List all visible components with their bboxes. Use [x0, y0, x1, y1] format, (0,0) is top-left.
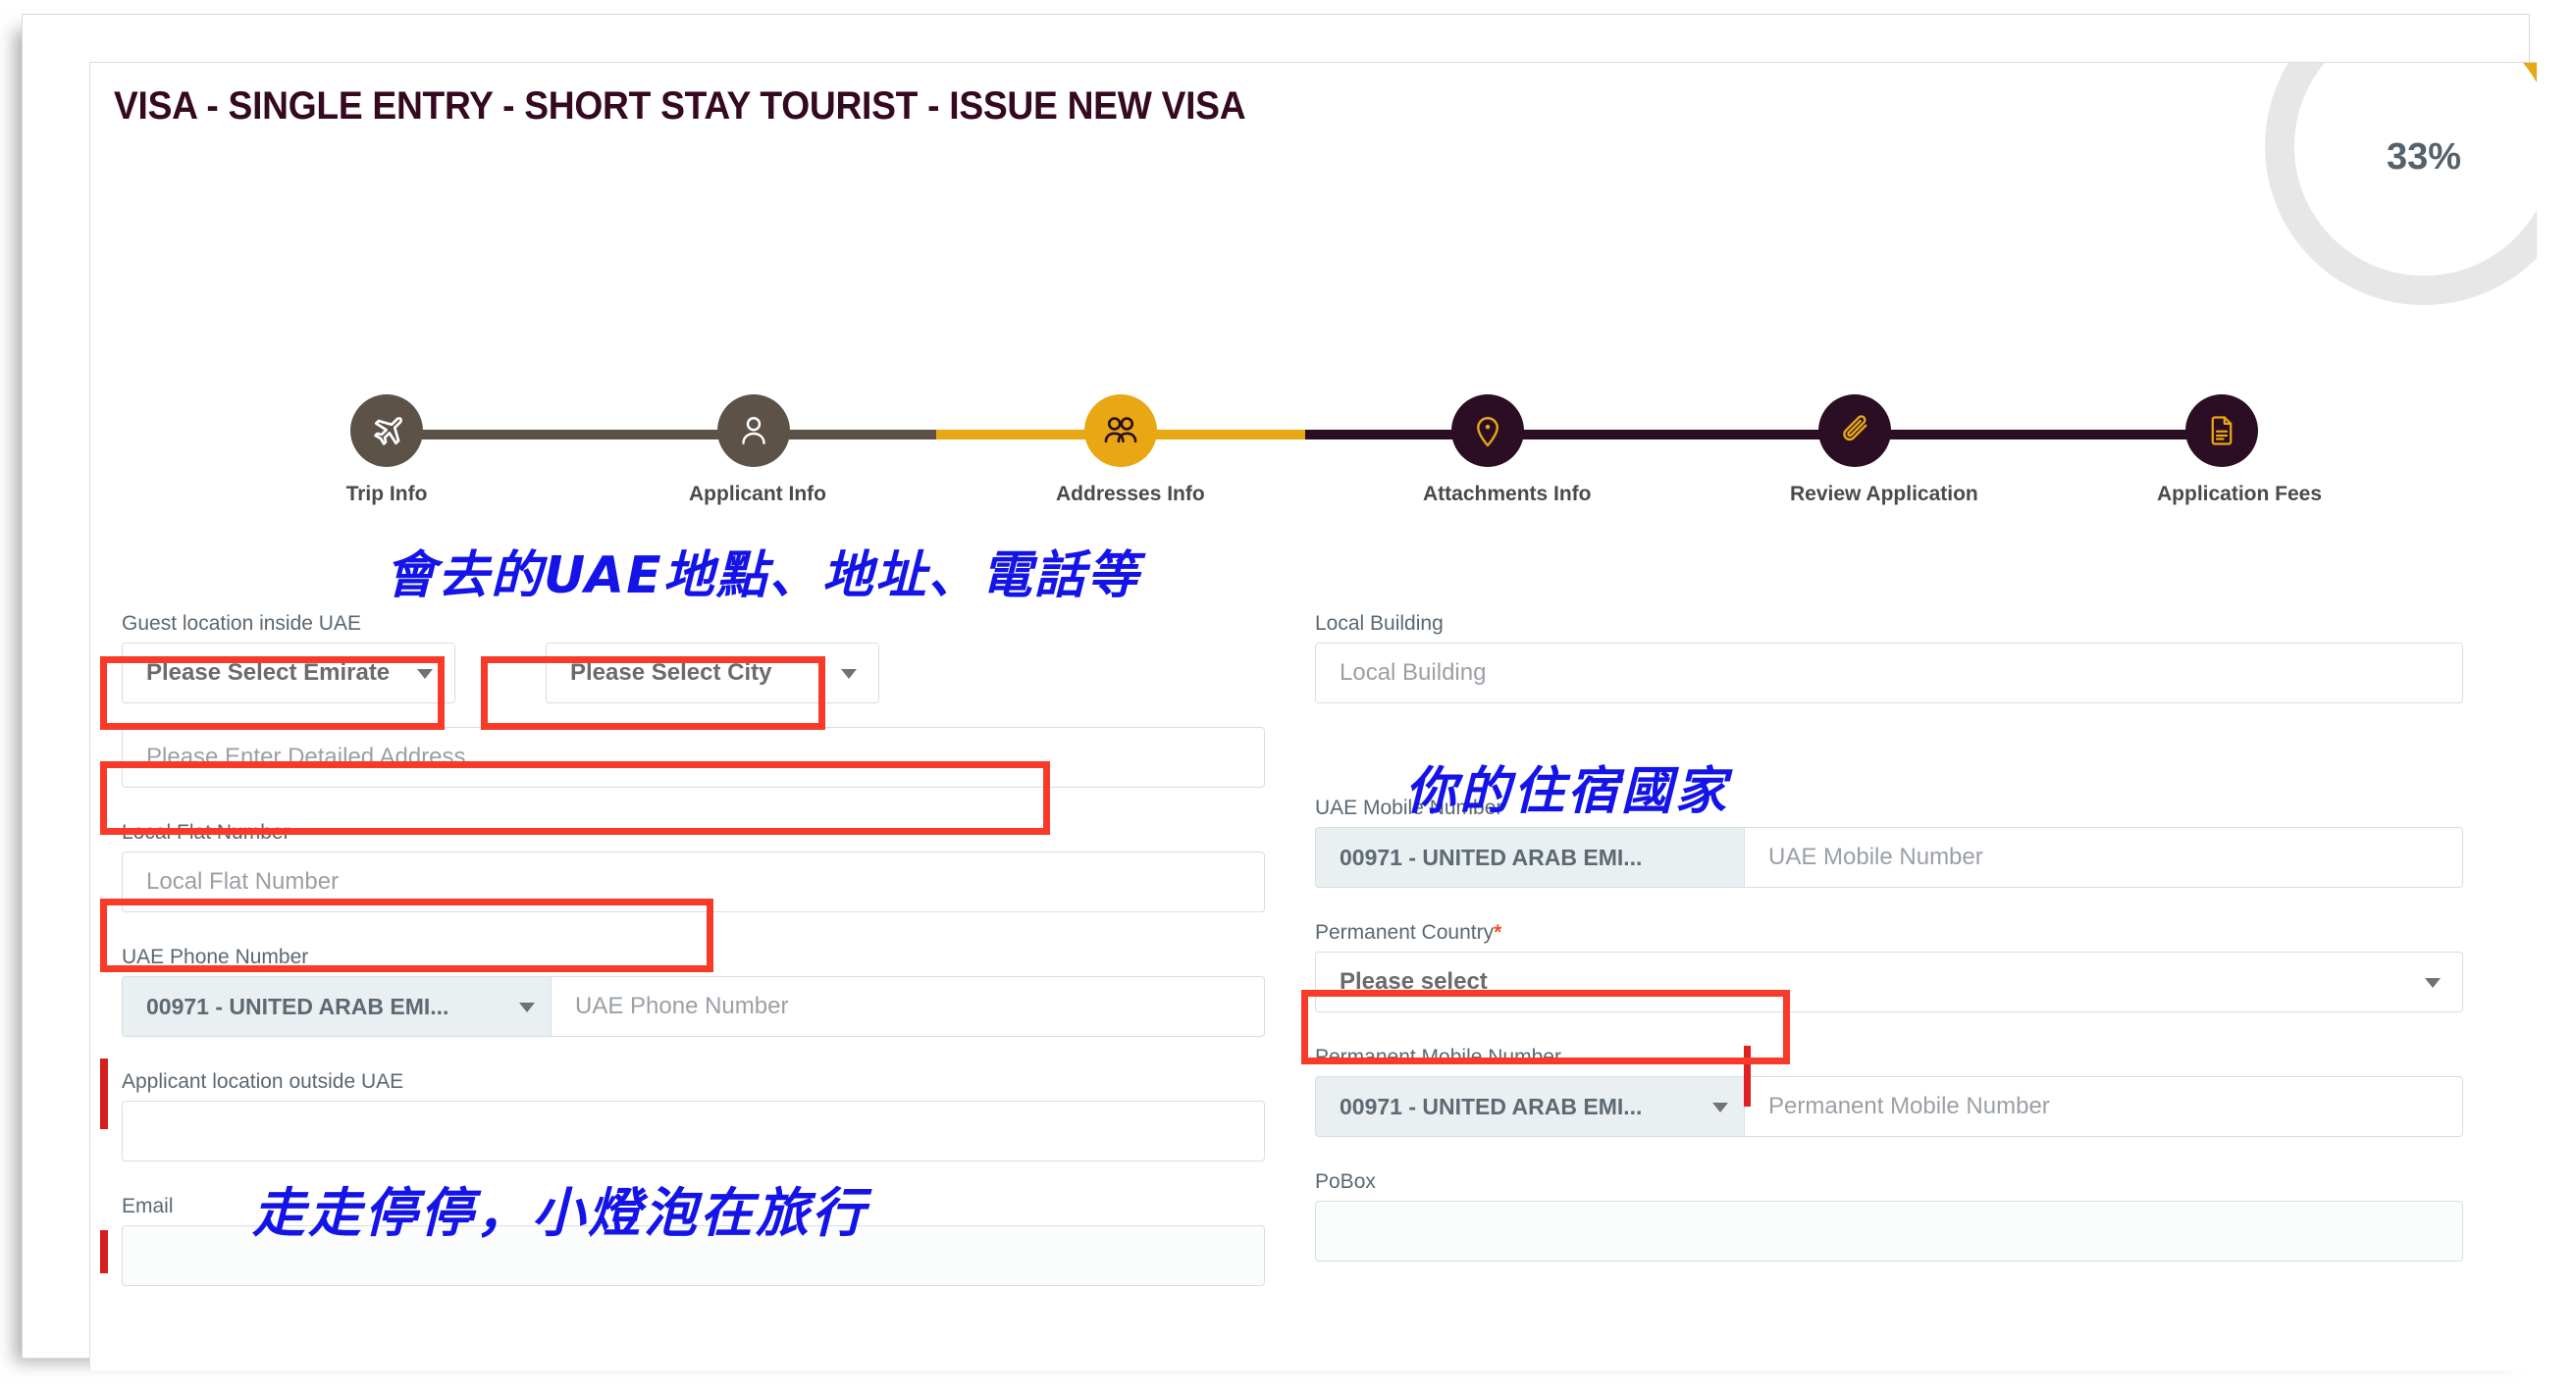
detailed-address-input[interactable]: Please Enter Detailed Address — [122, 727, 1265, 788]
field-uae-phone-number: UAE Phone Number 00971 - UNITED ARAB EMI… — [122, 946, 1265, 1037]
step-circle-4 — [1451, 394, 1524, 467]
label-applicant-location-outside: Applicant location outside UAE — [122, 1070, 404, 1093]
step-label-2: Applicant Info — [689, 483, 826, 505]
location-pin-icon — [1477, 417, 1498, 447]
progress-stepper: Trip Info Applicant Info Addresses Info … — [322, 381, 2322, 557]
step-review-application[interactable]: Review Application — [1790, 381, 1978, 506]
local-flat-number-input[interactable]: Local Flat Number — [122, 852, 1265, 912]
step-circle-5 — [1818, 394, 1891, 467]
label-guest-location: Guest location inside UAE — [122, 612, 361, 635]
form-column-right: Local Building Local Building UAE Mobile… — [1315, 612, 2463, 1283]
step-addresses-info[interactable]: Addresses Info — [1056, 381, 1205, 506]
chevron-down-icon — [417, 669, 433, 679]
person-icon — [742, 417, 765, 444]
label-uae-phone-number: UAE Phone Number — [122, 946, 309, 968]
local-building-placeholder: Local Building — [1340, 659, 1487, 686]
required-asterisk: * — [1494, 921, 1502, 944]
step-application-fees[interactable]: Application Fees — [2157, 381, 2323, 506]
progress-ring: 33% — [2254, 63, 2537, 316]
step-label-6: Application Fees — [2157, 483, 2323, 505]
permanent-country-select[interactable]: Please select — [1315, 952, 2463, 1012]
progress-percent-label: 33% — [2386, 135, 2462, 178]
uae-mobile-country-select[interactable]: 00971 - UNITED ARAB EMI... — [1315, 827, 1744, 888]
label-permanent-mobile-number: Permanent Mobile Number — [1315, 1046, 1561, 1068]
step-circle-2 — [717, 394, 790, 467]
permanent-mobile-country-value: 00971 - UNITED ARAB EMI... — [1340, 1093, 1643, 1119]
paperclip-icon — [1843, 415, 1867, 441]
step-circle-6 — [2185, 394, 2258, 467]
step-label-5: Review Application — [1790, 483, 1978, 505]
annotation-watermark: 走走停停，小燈泡在旅行 — [252, 1182, 867, 1244]
label-pobox: PoBox — [1315, 1170, 1376, 1193]
annotation-note-country: 你的住宿國家 — [1405, 762, 1730, 821]
local-flat-number-placeholder: Local Flat Number — [146, 868, 340, 895]
annotation-bar-email — [100, 1230, 108, 1273]
label-local-flat-number: Local Flat Number — [122, 821, 290, 844]
uae-mobile-number-input[interactable]: UAE Mobile Number — [1744, 827, 2463, 888]
visa-form-panel: VISA - SINGLE ENTRY - SHORT STAY TOURIST… — [89, 62, 2537, 1370]
permanent-country-value: Please select — [1340, 968, 1488, 995]
permanent-mobile-country-select[interactable]: 00971 - UNITED ARAB EMI... — [1315, 1076, 1744, 1137]
document-icon — [2211, 416, 2233, 445]
detailed-address-placeholder: Please Enter Detailed Address — [146, 744, 466, 770]
screenshot-root: VISA - SINGLE ENTRY - SHORT STAY TOURIST… — [0, 0, 2576, 1394]
uae-phone-country-select[interactable]: 00971 - UNITED ARAB EMI... — [122, 976, 551, 1037]
city-select-wrap: Please Select City — [546, 643, 879, 703]
field-applicant-location-outside: Applicant location outside UAE — [122, 1070, 1265, 1162]
label-local-building: Local Building — [1315, 612, 1444, 635]
pobox-input[interactable] — [1315, 1201, 2463, 1262]
annotation-note-address: 會去的UAE地點、地址、電話等 — [385, 546, 1140, 605]
permanent-mobile-group: 00971 - UNITED ARAB EMI... Permanent Mob… — [1315, 1046, 2463, 1137]
uae-phone-group: 00971 - UNITED ARAB EMI... UAE Phone Num… — [122, 976, 1265, 1037]
emirate-select-value: Please Select Emirate — [146, 659, 391, 686]
field-guest-location: Guest location inside UAE Please Select … — [122, 612, 1265, 703]
annotation-divider-mark — [1744, 1046, 1751, 1107]
field-local-building: Local Building Local Building — [1315, 612, 2463, 703]
city-select[interactable]: Please Select City — [546, 643, 879, 703]
uae-mobile-number-placeholder: UAE Mobile Number — [1768, 844, 1983, 870]
emirate-select[interactable]: Please Select Emirate — [122, 643, 455, 703]
guest-location-selects: Please Select Emirate Please Select City — [122, 643, 1265, 703]
step-trip-info[interactable]: Trip Info — [322, 381, 451, 506]
annotation-bar-applicant-location — [100, 1058, 108, 1129]
step-label-3: Addresses Info — [1056, 483, 1205, 505]
emirate-select-wrap: Please Select Emirate — [122, 643, 455, 703]
chevron-down-icon — [1712, 1103, 1728, 1112]
step-applicant-info[interactable]: Applicant Info — [689, 381, 826, 506]
airplane-icon — [374, 417, 402, 445]
step-circle-3 — [1084, 394, 1157, 467]
uae-mobile-group: 00971 - UNITED ARAB EMI... UAE Mobile Nu… — [1315, 827, 2463, 888]
uae-phone-number-input[interactable]: UAE Phone Number — [551, 976, 1265, 1037]
uae-mobile-country-value: 00971 - UNITED ARAB EMI... — [1340, 844, 1643, 870]
uae-phone-country-value: 00971 - UNITED ARAB EMI... — [146, 993, 449, 1019]
field-permanent-country: Permanent Country* Please select — [1315, 921, 2463, 1012]
step-label-4: Attachments Info — [1423, 483, 1592, 505]
chevron-down-icon — [519, 1003, 535, 1012]
local-building-input[interactable]: Local Building — [1315, 643, 2463, 703]
uae-phone-number-placeholder: UAE Phone Number — [575, 993, 789, 1019]
field-permanent-mobile-number: Permanent Mobile Number 00971 - UNITED A… — [1315, 1046, 2463, 1137]
permanent-mobile-number-placeholder: Permanent Mobile Number — [1768, 1093, 2050, 1119]
applicant-location-outside-input[interactable] — [122, 1101, 1265, 1162]
city-select-value: Please Select City — [570, 659, 772, 686]
step-label-1: Trip Info — [345, 483, 428, 505]
chevron-down-icon — [2425, 978, 2441, 988]
label-permanent-country-text: Permanent Country — [1315, 921, 1495, 944]
people-icon — [1104, 417, 1137, 443]
field-pobox: PoBox — [1315, 1170, 2463, 1262]
step-attachments-info[interactable]: Attachments Info — [1423, 381, 1592, 506]
permanent-mobile-number-input[interactable]: Permanent Mobile Number — [1744, 1076, 2463, 1137]
field-detailed-address: Please Enter Detailed Address — [122, 727, 1265, 788]
step-circle-1 — [350, 394, 423, 467]
field-local-flat-number: Local Flat Number Local Flat Number — [122, 821, 1265, 912]
label-permanent-country: Permanent Country* — [1315, 921, 2463, 945]
window-frame: VISA - SINGLE ENTRY - SHORT STAY TOURIST… — [22, 14, 2537, 1370]
page-title: VISA - SINGLE ENTRY - SHORT STAY TOURIST… — [114, 84, 1246, 128]
chevron-down-icon — [841, 669, 857, 679]
